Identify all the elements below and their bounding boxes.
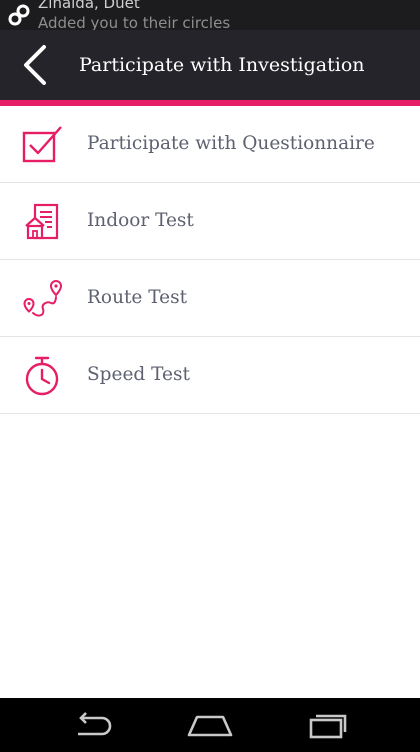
menu-item-label: Indoor Test: [87, 210, 194, 231]
circles-notification-icon: [8, 4, 30, 26]
nav-back-button[interactable]: [62, 705, 122, 745]
status-bar: Zinaida, Duet Added you to their circles: [0, 0, 420, 30]
notification-text: Added you to their circles: [38, 14, 231, 30]
menu-item-label: Participate with Questionnaire: [87, 133, 375, 154]
menu-list: Participate with Questionnaire Indoor Te…: [0, 106, 420, 414]
menu-item-label: Speed Test: [87, 364, 190, 385]
back-button[interactable]: [10, 40, 60, 90]
menu-item-route-test[interactable]: Route Test: [0, 260, 420, 337]
stopwatch-icon: [25, 356, 59, 396]
chevron-left-icon: [24, 45, 46, 85]
home-icon: [187, 715, 233, 737]
checkbox-icon: [22, 126, 62, 163]
nav-recents-button[interactable]: [298, 705, 358, 745]
navigation-bar: [0, 698, 420, 752]
menu-item-indoor-test[interactable]: Indoor Test: [0, 183, 420, 260]
app-bar: Participate with Investigation: [0, 30, 420, 100]
nav-home-button[interactable]: [180, 705, 240, 745]
menu-item-label: Route Test: [87, 287, 188, 308]
back-arrow-icon: [78, 712, 112, 736]
menu-item-questionnaire[interactable]: Participate with Questionnaire: [0, 106, 420, 183]
recents-icon: [309, 714, 347, 739]
building-icon: [25, 203, 59, 240]
page-title: Participate with Investigation: [79, 54, 365, 76]
notification-title: Zinaida, Duet: [38, 0, 140, 12]
route-icon: [23, 279, 63, 317]
menu-item-speed-test[interactable]: Speed Test: [0, 337, 420, 414]
